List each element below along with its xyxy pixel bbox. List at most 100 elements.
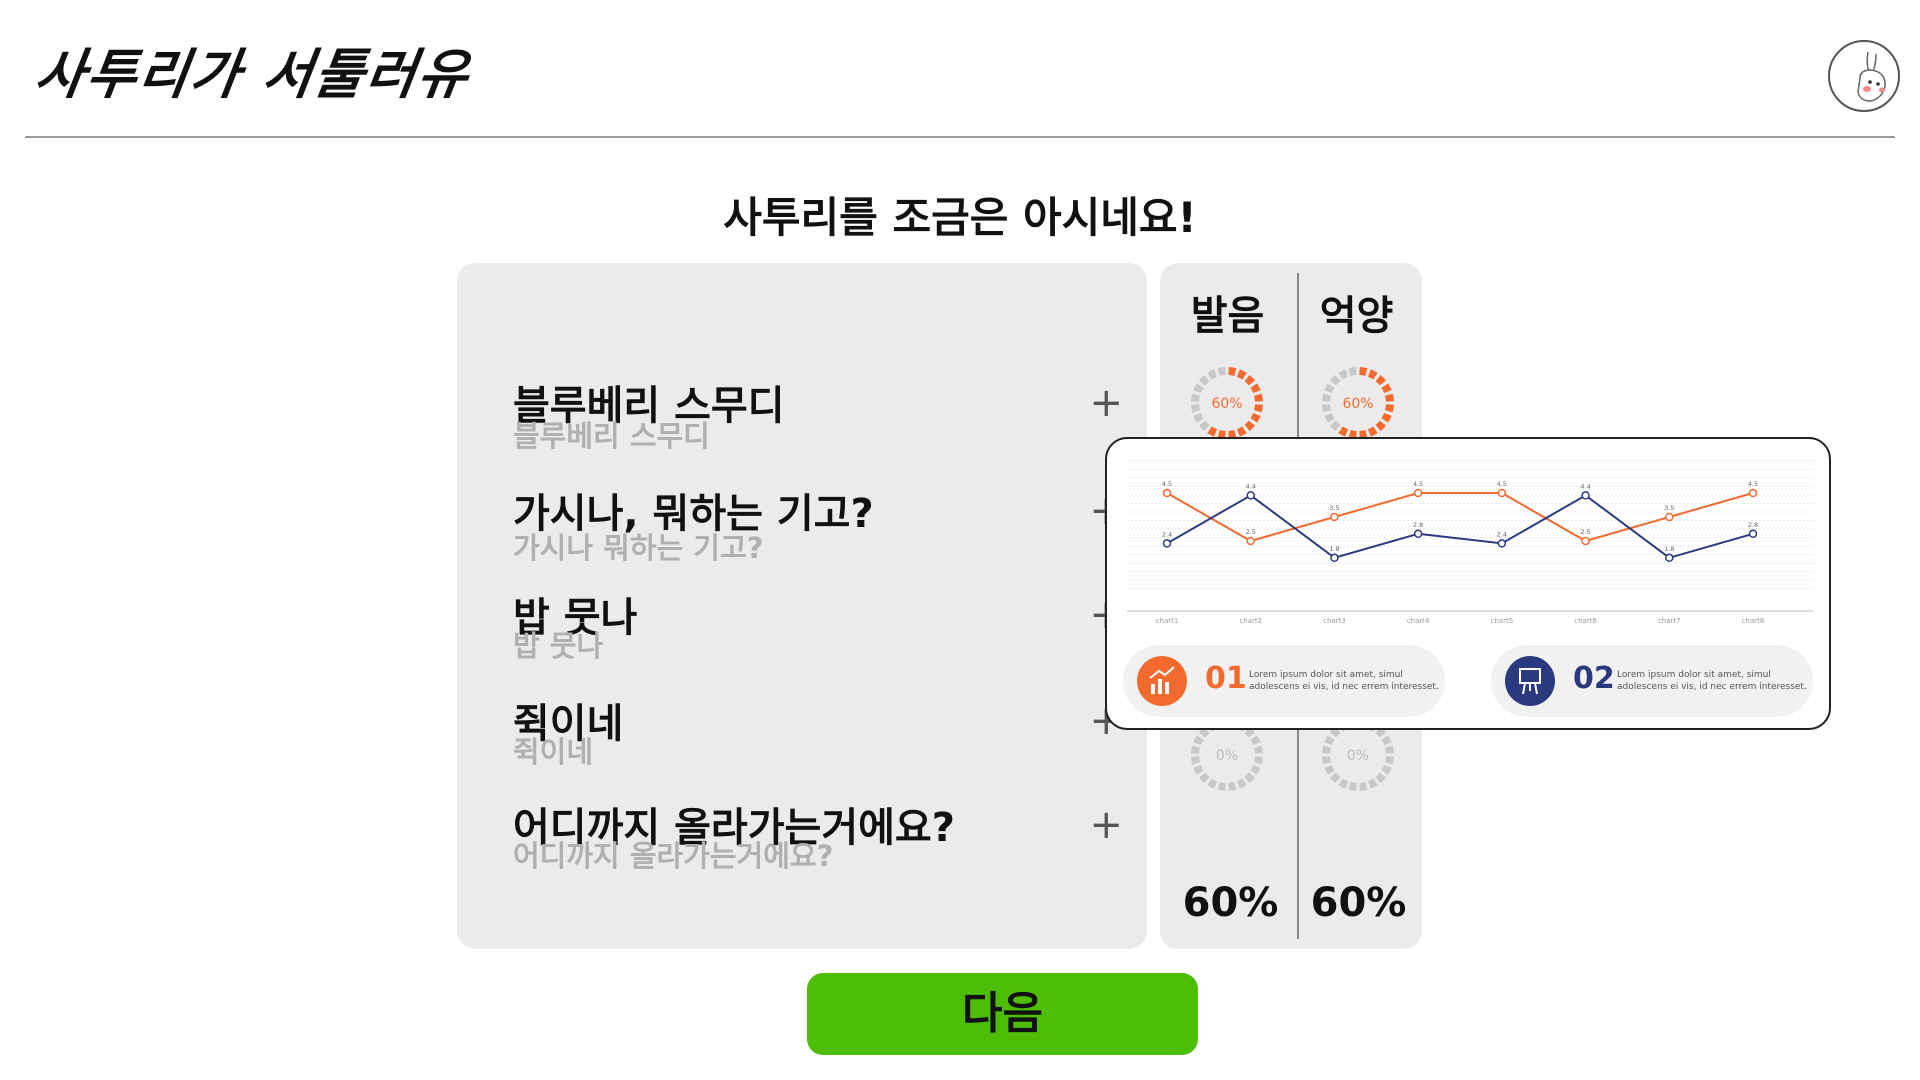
ring-segment [1381,383,1392,394]
x-tick-label: chart7 [1658,617,1681,625]
sentence-item: 가시나, 뭐하는 기고? 가시나 뭐하는 기고? + [513,481,1123,581]
ring-segment [1375,420,1387,432]
sentence-echo-text: 밥 뭇나 [513,629,604,663]
ring-segment [1217,367,1226,376]
ring-segment [1324,735,1335,746]
data-point [1330,512,1339,522]
ring-segment [1228,430,1237,439]
data-point [1748,488,1758,498]
legend-text: Lorem ipsum dolor sit amet, simul adoles… [1249,670,1439,692]
ring-percent-label: 60% [1211,396,1242,412]
ring-segment [1348,782,1357,791]
ring-segment [1254,404,1263,413]
data-label: 2.5 [1580,528,1590,536]
data-point [1162,488,1172,498]
ring-segment [1375,374,1387,386]
ring-segment [1250,735,1261,746]
data-point [1246,536,1255,546]
x-tick-label: chart2 [1239,617,1262,625]
ring-segment [1244,420,1256,432]
line-chart: chart1 chart2 chart3 chart4 chart5 chart6 char… [1127,460,1813,625]
legend-text: Lorem ipsum dolor sit amet, simul adoles… [1617,670,1807,692]
data-label: 4.4 [1580,482,1590,490]
chart-popup: chart1 chart2 chart3 chart4 chart5 chart6 char… [1105,437,1831,730]
data-point [1330,553,1339,563]
ring-segment [1198,374,1210,386]
ring-segment [1348,367,1357,376]
ring-segment [1244,374,1256,386]
ring-segment [1193,735,1204,746]
user-avatar[interactable] [1828,40,1900,112]
ring-segment [1324,383,1335,394]
ring-segment [1367,426,1378,437]
ring-segment [1385,745,1394,754]
data-label: 4.5 [1162,480,1172,488]
data-label: 2.4 [1162,530,1172,538]
ring-segment [1381,764,1392,775]
ring-segment [1367,778,1378,789]
data-label: 2.4 [1497,530,1507,538]
data-label: 1.8 [1664,545,1674,553]
sentence-item: 밥 뭇나 밥 뭇나 + [513,585,1123,685]
data-point [1581,536,1590,546]
ring-segment [1236,369,1247,380]
ring-segment [1236,778,1247,789]
data-label: 3.5 [1329,504,1339,512]
data-label: 2.8 [1748,521,1758,529]
ring-percent-label: 0% [1216,748,1238,764]
ring-segment [1244,726,1256,738]
expand-plus-icon[interactable]: + [1089,805,1123,845]
ring-segment [1217,430,1226,439]
legend-number: 02 [1573,661,1615,696]
ring-segment [1381,412,1392,423]
next-button[interactable]: 다음 [807,973,1198,1055]
expand-plus-icon[interactable]: + [1089,383,1123,423]
ring-segment [1329,772,1341,784]
legend-number: 01 [1205,661,1247,696]
header-divider [25,136,1895,138]
x-tick-label: chart8 [1742,617,1765,625]
ring-segment [1338,778,1349,789]
ring-segment [1198,726,1210,738]
data-point [1413,488,1423,498]
ring-segment [1236,426,1247,437]
data-point [1665,512,1674,522]
data-label: 4.5 [1748,480,1758,488]
ring-segment [1191,756,1200,765]
data-point [1497,488,1507,498]
data-label: 4.5 [1413,480,1423,488]
intonation-header: 억양 [1319,293,1394,339]
ring-segment [1359,430,1368,439]
ring-segment [1385,404,1394,413]
ring-segment [1193,412,1204,423]
sentence-list-panel: 블루베리 스무디 블루베리 스무디 + 가시나, 뭐하는 기고? 가시나 뭐하는… [457,263,1147,949]
ring-segment [1359,782,1368,791]
ring-segment [1254,393,1263,402]
legend-card-02: 02 Lorem ipsum dolor sit amet, simul ado… [1491,645,1813,717]
ring-segment [1193,764,1204,775]
x-tick-label: chart6 [1574,617,1597,625]
legend-card-01: 01 Lorem ipsum dolor sit amet, simul ado… [1123,645,1445,717]
ring-segment [1375,772,1387,784]
data-point [1748,529,1758,539]
sentence-echo-text: 쥑이네 [513,735,594,769]
ring-segment [1254,745,1263,754]
ring-segment [1250,412,1261,423]
ring-segment [1329,726,1341,738]
data-label: 3.5 [1664,504,1674,512]
sentence-echo-text: 블루베리 스무디 [513,419,710,453]
sentence-echo-text: 어디까지 올라가는거에요? [513,839,834,873]
ring-segment [1228,367,1237,376]
ring-segment [1198,772,1210,784]
ring-segment [1254,756,1263,765]
rabbit-avatar-icon [1857,51,1886,102]
ring-segment [1324,412,1335,423]
ring-segment [1381,735,1392,746]
ring-segment [1198,420,1210,432]
data-label: 2.5 [1246,528,1256,536]
ring-segment [1338,369,1349,380]
ring-segment [1385,756,1394,765]
intonation-total: 60% [1310,880,1407,926]
ring-segment [1228,782,1237,791]
ring-segment [1322,404,1331,413]
